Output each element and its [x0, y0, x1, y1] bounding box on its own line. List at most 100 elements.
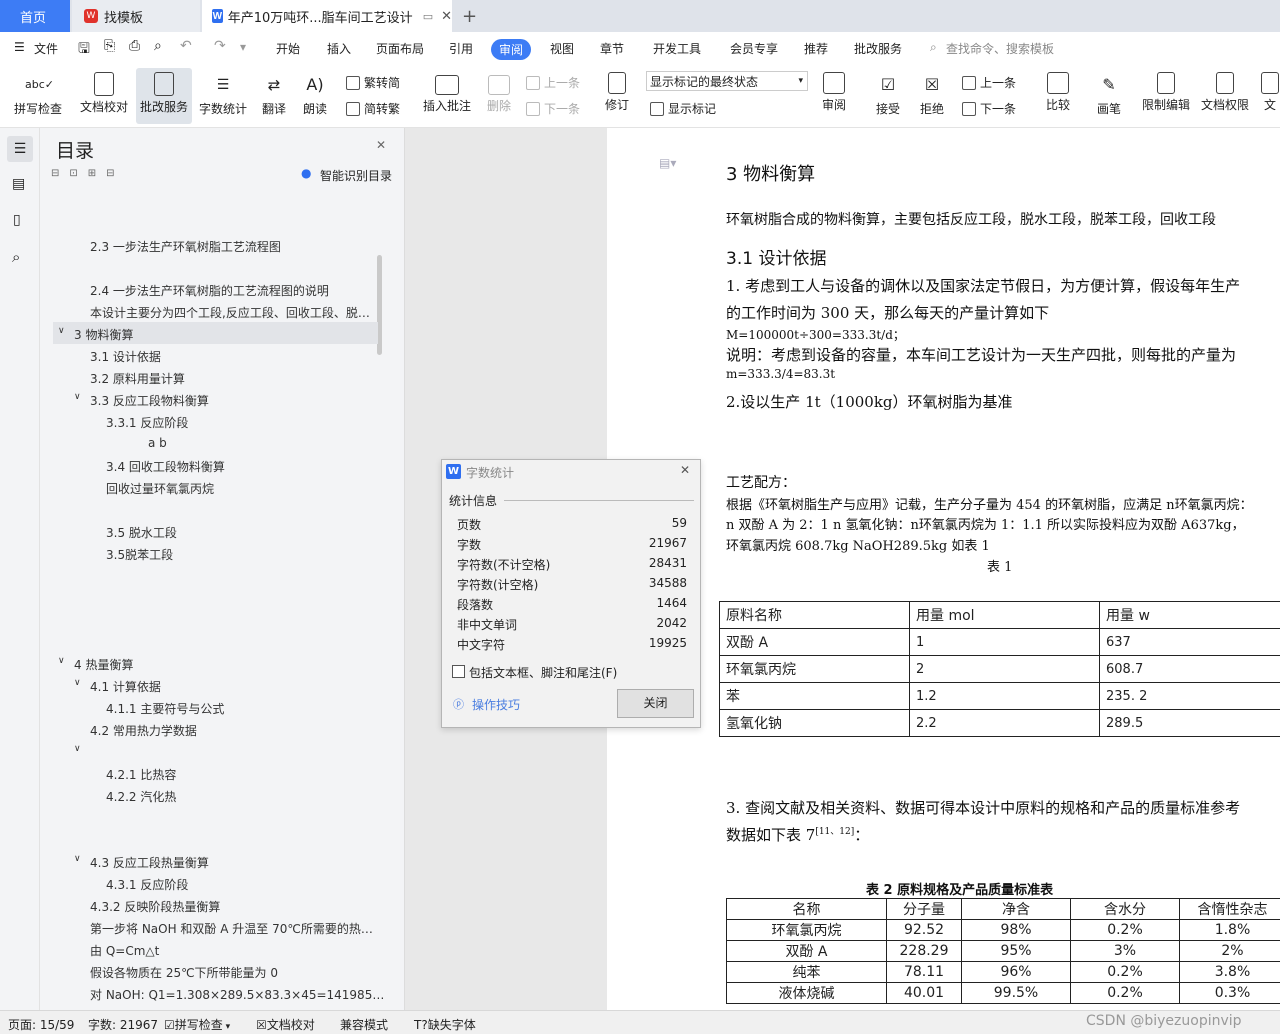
toc-item[interactable]: 3.3.1 反应阶段 [106, 414, 188, 431]
wordcount-button[interactable]: ☰ 字数统计 [198, 68, 248, 124]
tab-document[interactable]: W 年产10万吨环...脂车间工艺设计 ▭ ✕ [202, 0, 452, 32]
toc-item[interactable]: 4.1.1 主要符号与公式 [106, 700, 224, 717]
insert-comment-button[interactable]: 插入批注 [420, 68, 474, 124]
accept-button[interactable]: ☑ 接受 [870, 68, 906, 124]
search-icon[interactable]: ⌕ [12, 248, 20, 266]
toc-item[interactable]: a b [148, 436, 167, 450]
toc-item[interactable]: 4.3.2 反映阶段热量衡算 [90, 898, 220, 915]
preview-icon[interactable]: ⌕ [154, 38, 162, 54]
menu-view[interactable]: 视图 [550, 40, 574, 57]
menu-correction[interactable]: 批改服务 [854, 40, 902, 57]
paragraph-options-icon[interactable]: ▤▾ [659, 156, 676, 170]
toc-item[interactable]: 4.3.1 反应阶段 [106, 876, 188, 893]
toc-item[interactable]: 3.5 脱水工段 [106, 524, 177, 541]
collapse-icon[interactable]: ∨ [74, 854, 81, 864]
prev-comment-button[interactable]: 上一条 [526, 74, 580, 91]
menu-layout[interactable]: 页面布局 [376, 40, 424, 57]
toc-item[interactable]: 4.3 反应工段热量衡算 [90, 854, 209, 871]
toc-item[interactable]: 4 热量衡算 [74, 656, 133, 673]
prev-change-button[interactable]: 上一条 [962, 74, 1016, 91]
toc-item[interactable]: 3.4 回收工段物料衡算 [106, 458, 225, 475]
doc-more-button[interactable]: 文 [1260, 68, 1280, 124]
toc-item[interactable]: 3.5脱苯工段 [106, 546, 173, 563]
print-icon[interactable]: ⎙ [129, 38, 140, 54]
tab-templates[interactable]: W 找模板 [72, 0, 200, 32]
close-icon[interactable]: ✕ [376, 138, 386, 152]
include-notes-checkbox[interactable] [452, 665, 465, 678]
proofread-status[interactable]: ☒文档校对 [256, 1016, 315, 1033]
next-change-button[interactable]: 下一条 [962, 100, 1016, 117]
collapse-icon[interactable]: ∨ [74, 392, 81, 402]
tab-home[interactable]: 首页 [0, 0, 70, 32]
show-markup-button[interactable]: 显示标记 [650, 100, 716, 117]
to-simplified-button[interactable]: 简转繁 [346, 100, 400, 117]
smart-toc-button[interactable]: 智能识别目录 [320, 167, 392, 184]
export-icon[interactable]: ⎘ [104, 38, 115, 54]
document-page[interactable]: ▤▾ 3 物料衡算 环氧树脂合成的物料衡算，主要包括反应工段，脱水工段，脱苯工段… [607, 128, 1280, 1010]
markup-select[interactable]: 显示标记的最终状态 ▾ [646, 71, 808, 91]
translate-button[interactable]: ⇄ 翻译 [256, 68, 292, 124]
menu-recommend[interactable]: 推荐 [804, 40, 828, 57]
toc-item[interactable]: 本设计主要分为四个工段,反应工段、回收工段、脱… [90, 304, 370, 321]
collapse-icon[interactable]: ∨ [74, 744, 81, 754]
more-icon[interactable]: ▾ [240, 40, 246, 54]
correction-button[interactable]: 批改服务 [136, 68, 192, 124]
menu-start[interactable]: 开始 [276, 40, 300, 57]
menu-review[interactable]: 审阅 [491, 39, 532, 60]
tips-link[interactable]: 操作技巧 [472, 696, 520, 713]
to-traditional-button[interactable]: 繁转简 [346, 74, 400, 91]
toc-item[interactable]: 2.4 一步法生产环氧树脂的工艺流程图的说明 [90, 282, 329, 299]
new-tab-icon[interactable]: + [462, 0, 477, 32]
menu-insert[interactable]: 插入 [327, 40, 351, 57]
hamburger-icon[interactable]: ☰ [14, 40, 25, 54]
toc-item[interactable]: 对 NaOH: Q1=1.308×289.5×83.3×45=141985… [90, 986, 384, 1003]
menu-member[interactable]: 会员专享 [730, 40, 778, 57]
track-changes-button[interactable]: 修订 [598, 68, 636, 124]
toc-item[interactable]: 3.1 设计依据 [90, 348, 161, 365]
redo-icon[interactable]: ↷ [214, 38, 226, 54]
doc-permission-button[interactable]: 文档权限 [1198, 68, 1252, 124]
reject-button[interactable]: ☒ 拒绝 [914, 68, 950, 124]
menu-chapter[interactable]: 章节 [600, 40, 624, 57]
toc-panel-icon[interactable]: ☰ [7, 136, 33, 162]
toc-item[interactable]: 3.2 原料用量计算 [90, 370, 185, 387]
tab-close-icon[interactable]: ✕ [441, 9, 452, 24]
next-comment-button[interactable]: 下一条 [526, 100, 580, 117]
toc-item[interactable]: 3 物料衡算 [74, 326, 133, 343]
toc-item[interactable]: 第一步将 NaOH 和双酚 A 升温至 70℃所需要的热… [90, 920, 373, 937]
pen-button[interactable]: ✎ 画笔 [1094, 68, 1124, 124]
toc-item[interactable]: 4.2 常用热力学数据 [90, 722, 197, 739]
restrict-edit-button[interactable]: 限制编辑 [1140, 68, 1192, 124]
command-search[interactable]: 查找命令、搜索模板 [946, 40, 1054, 57]
spellcheck-status[interactable]: ☑拼写检查 ▾ [164, 1016, 230, 1033]
toc-item[interactable]: 4.2.2 汽化热 [106, 788, 176, 805]
review-pane-button[interactable]: 审阅 [816, 68, 852, 124]
toc-item[interactable]: 回收过量环氧氯丙烷 [106, 480, 214, 497]
toc-item[interactable]: 假设各物质在 25℃下所带能量为 0 [90, 964, 278, 981]
toc-item[interactable]: 4.2.1 比热容 [106, 766, 176, 783]
toc-item[interactable]: 由 Q=Cm△t [90, 942, 159, 959]
spellcheck-button[interactable]: abc✓ 拼写检查 [8, 68, 68, 124]
collapse-icon[interactable]: ∨ [58, 326, 65, 336]
proofread-button[interactable]: 文档校对 [78, 68, 130, 124]
toc-item[interactable]: 3.3 反应工段物料衡算 [90, 392, 209, 409]
search-icon[interactable]: ⌕ [930, 40, 937, 55]
collapse-icon[interactable]: ∨ [74, 678, 81, 688]
window-icon[interactable]: ▭ [423, 10, 433, 23]
bookmark-icon[interactable]: ▯ [13, 212, 21, 228]
menu-developer[interactable]: 开发工具 [653, 40, 701, 57]
menu-references[interactable]: 引用 [449, 40, 473, 57]
menu-file[interactable]: 文件 [34, 40, 58, 57]
read-aloud-button[interactable]: A) 朗读 [300, 68, 330, 124]
delete-comment-button[interactable]: 删除 [480, 68, 518, 124]
undo-icon[interactable]: ↶ [180, 38, 192, 54]
close-button[interactable]: 关闭 [617, 689, 694, 718]
save-icon[interactable]: 🖫 [78, 38, 90, 62]
word-count-indicator[interactable]: 字数: 21967 [88, 1016, 158, 1033]
page-indicator[interactable]: 页面: 15/59 [8, 1016, 74, 1033]
navigation-icon[interactable]: ▤ [12, 176, 25, 192]
close-icon[interactable]: ✕ [680, 463, 690, 477]
toc-tools[interactable]: ⊟⊡⊞⊟ [51, 168, 125, 179]
toc-item[interactable]: 2.3 一步法生产环氧树脂工艺流程图 [90, 238, 281, 255]
compare-button[interactable]: 比较 [1038, 68, 1078, 124]
